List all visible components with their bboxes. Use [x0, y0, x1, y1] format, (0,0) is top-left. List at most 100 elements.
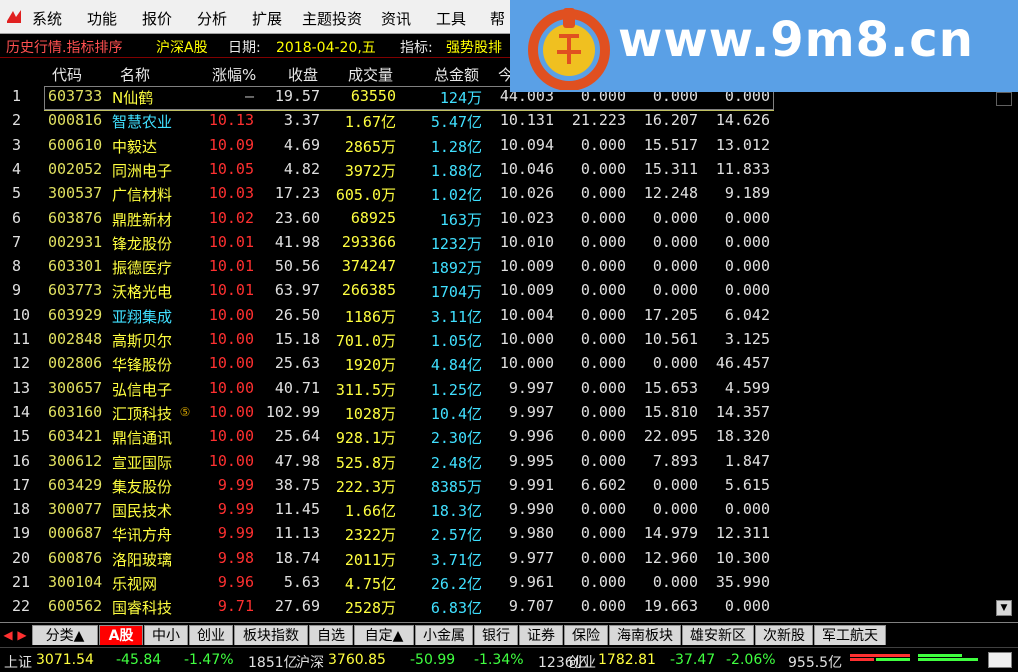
- indicator-2: 0.000: [580, 500, 626, 519]
- sh-index-label[interactable]: 上证: [4, 652, 32, 672]
- stock-code: 000816: [48, 111, 103, 130]
- stock-code: 000687: [48, 524, 103, 543]
- tab-10[interactable]: 保险: [564, 625, 608, 645]
- tab-6[interactable]: 自定▲: [354, 625, 414, 645]
- amount: 1892万: [430, 259, 482, 278]
- table-row[interactable]: 15 603421 鼎信通讯 10.00 25.64 928.1万 2.30亿 9.996 0.…: [0, 427, 994, 451]
- tab-11[interactable]: 海南板块: [609, 625, 681, 645]
- menu-theme-invest[interactable]: 主题投资: [302, 8, 362, 29]
- stock-name: 宣亚国际: [112, 453, 173, 472]
- table-row[interactable]: 2 000816 智慧农业 10.13 3.37 1.67亿 5.47亿 10.131 21.2…: [0, 111, 994, 135]
- row-number: 12: [12, 354, 31, 373]
- volume: 1920万: [344, 356, 396, 375]
- alert-icon[interactable]: [988, 652, 1012, 668]
- status-bar: 上证 3071.54 -45.84 -1.47% 1851亿 沪深 3760.8…: [0, 647, 1018, 672]
- change-pct: 9.98: [217, 548, 254, 567]
- sh-index-value: 3071.54: [36, 652, 94, 668]
- amount: 6.83亿: [430, 599, 482, 618]
- amount: 5.47亿: [430, 113, 482, 132]
- scroll-thumb[interactable]: [996, 92, 1012, 106]
- table-row[interactable]: 7 002931 锋龙股份 10.01 41.98 293366 1232万 10.010 0.…: [0, 233, 994, 257]
- menu-extend[interactable]: 扩展: [252, 8, 282, 29]
- today-value: 10.026: [499, 184, 554, 203]
- indicator-2: 0.000: [580, 135, 626, 154]
- app-logo-icon: [4, 7, 24, 27]
- tab-bar: ◀ ▶ 分类▲ A股 中小 创业 板块指数 自选 自定▲ 小金属 银行 证券 保险 海南板块 雄安新区次…: [0, 622, 1018, 646]
- table-row[interactable]: 6 603876 鼎胜新材 10.02 23.60 68925 163万 10.023 0.00…: [0, 209, 994, 233]
- volume: 2528万: [344, 599, 396, 618]
- table-row[interactable]: 3 600610 中毅达 10.09 4.69 2865万 1.28亿 10.094 0.000…: [0, 136, 994, 160]
- indicator-4: 5.615: [724, 475, 770, 494]
- today-value: 9.991: [508, 475, 554, 494]
- stock-code: 603929: [48, 305, 103, 324]
- table-row[interactable]: 17 603429 集友股份 9.99 38.75 222.3万 8385万 9.991 6.6…: [0, 476, 994, 500]
- table-row[interactable]: 5 300537 广信材料 10.03 17.23 605.0万 1.02亿 10.026 0.…: [0, 184, 994, 208]
- stock-code: 300657: [48, 378, 103, 397]
- today-value: 10.004: [499, 305, 554, 324]
- cy-index-value: 1782.81: [598, 652, 656, 668]
- row-separator: [44, 110, 774, 111]
- tab-7[interactable]: 小金属: [415, 625, 473, 645]
- tab-5[interactable]: 自选: [309, 625, 353, 645]
- amount: 1.28亿: [430, 137, 482, 156]
- table-row[interactable]: 9 603773 沃格光电 10.01 63.97 266385 1704万 10.009 0.…: [0, 281, 994, 305]
- cy-index-change: -37.47: [670, 652, 716, 668]
- close-price: 102.99: [265, 402, 320, 421]
- indicator-2: 0.000: [580, 305, 626, 324]
- tab-12[interactable]: 雄安新区: [682, 625, 754, 645]
- amount: 163万: [439, 210, 482, 229]
- today-value: 9.961: [508, 573, 554, 591]
- table-row[interactable]: 14 603160 汇顶科技 ⑤ 10.00 102.99 1028万 10.4亿 9.997 0…: [0, 403, 994, 427]
- tab-scroll-left-icon[interactable]: ◀: [2, 627, 14, 643]
- table-row[interactable]: 11 002848 高斯贝尔 10.00 15.18 701.0万 1.05亿 10.000 0…: [0, 330, 994, 354]
- indicator-3: 0.000: [652, 257, 698, 276]
- hs-index-label[interactable]: 沪深: [296, 652, 324, 672]
- tab-14[interactable]: 军工航天: [814, 625, 886, 645]
- menu-help[interactable]: 帮: [490, 8, 505, 29]
- indicator-4: 10.300: [715, 548, 770, 567]
- menu-system[interactable]: 系统: [32, 8, 62, 29]
- menu-tools[interactable]: 工具: [436, 8, 466, 29]
- tab-0[interactable]: 分类▲: [32, 625, 98, 645]
- menu-function[interactable]: 功能: [87, 8, 117, 29]
- table-row[interactable]: 8 603301 振德医疗 10.01 50.56 374247 1892万 10.009 0.…: [0, 257, 994, 281]
- menu-news[interactable]: 资讯: [381, 8, 411, 29]
- close-price: 47.98: [274, 451, 320, 470]
- tab-3[interactable]: 创业: [189, 625, 233, 645]
- table-row[interactable]: 10 603929 亚翔集成 10.00 26.50 1186万 3.11亿 10.004 0.…: [0, 306, 994, 330]
- tab-4[interactable]: 板块指数: [234, 625, 308, 645]
- close-price: 17.23: [274, 184, 320, 203]
- indicator-2: 0.000: [580, 184, 626, 203]
- table-row[interactable]: 4 002052 同洲电子 10.05 4.82 3972万 1.88亿 10.046 0.00…: [0, 160, 994, 184]
- tab-scroll-right-icon[interactable]: ▶: [16, 627, 28, 643]
- tab-13[interactable]: 次新股: [755, 625, 813, 645]
- row-number: 11: [12, 330, 31, 348]
- cy-index-label[interactable]: 创业: [568, 652, 596, 672]
- tab-8[interactable]: 银行: [474, 625, 518, 645]
- table-row[interactable]: 18 300077 国民技术 9.99 11.45 1.66亿 18.3亿 9.990 0.00…: [0, 500, 994, 524]
- table-row[interactable]: 20 600876 洛阳玻璃 9.98 18.74 2011万 3.71亿 9.977 0.00…: [0, 549, 994, 573]
- change-pct: 9.99: [217, 500, 254, 519]
- menu-analysis[interactable]: 分析: [197, 8, 227, 29]
- vertical-scrollbar[interactable]: ▼: [994, 92, 1014, 620]
- table-row[interactable]: 22 600562 国睿科技 9.71 27.69 2528万 6.83亿 9.707 0.00…: [0, 597, 994, 621]
- indicator-2: 0.000: [580, 281, 626, 300]
- tab-2[interactable]: 中小: [144, 625, 188, 645]
- indicator-4: 14.626: [715, 111, 770, 130]
- menu-quote[interactable]: 报价: [142, 8, 172, 29]
- volume: 605.0万: [335, 186, 396, 205]
- row-number: 10: [12, 305, 31, 324]
- table-row[interactable]: 19 000687 华讯方舟 9.99 11.13 2322万 2.57亿 9.980 0.00…: [0, 524, 994, 548]
- table-row[interactable]: 13 300657 弘信电子 10.00 40.71 311.5万 1.25亿 9.997 0.…: [0, 379, 994, 403]
- table-row[interactable]: 12 002806 华锋股份 10.00 25.63 1920万 4.84亿 10.000 0.…: [0, 354, 994, 378]
- amount: 2.30亿: [430, 429, 482, 448]
- table-row[interactable]: 21 300104 乐视网 9.96 5.63 4.75亿 26.2亿 9.961 0.000 0…: [0, 573, 994, 597]
- stock-name: 沃格光电: [112, 283, 173, 302]
- change-pct: 10.00: [208, 378, 254, 397]
- tab-9[interactable]: 证券: [519, 625, 563, 645]
- tab-1[interactable]: A股: [99, 625, 143, 645]
- close-price: 41.98: [274, 232, 320, 251]
- scroll-down-arrow-icon[interactable]: ▼: [996, 600, 1012, 616]
- volume-indicator: [918, 654, 978, 661]
- table-row[interactable]: 16 300612 宣亚国际 10.00 47.98 525.8万 2.48亿 9.995 0.…: [0, 452, 994, 476]
